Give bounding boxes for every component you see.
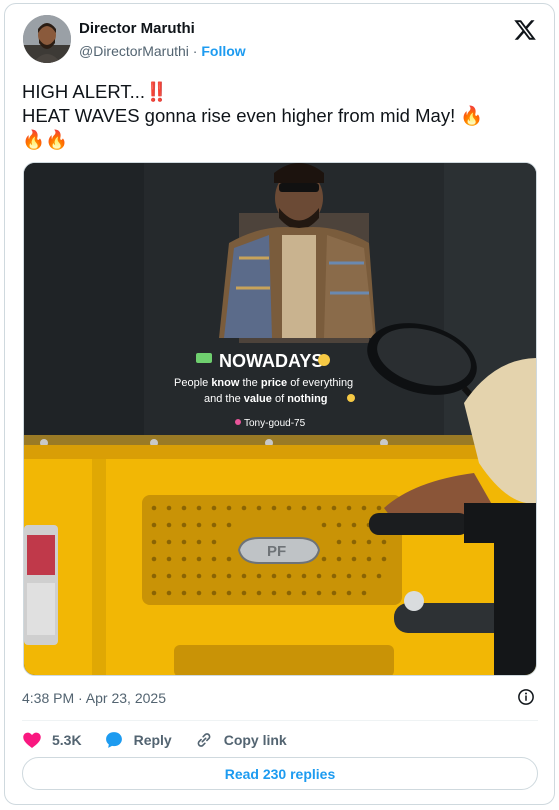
like-count: 5.3K (52, 732, 82, 748)
read-replies-button[interactable]: Read 230 replies (22, 757, 538, 790)
info-icon[interactable] (517, 688, 535, 706)
tweet-actions: 5.3K Reply Copy link (22, 728, 309, 752)
tweet-text: HIGH ALERT...‼️ HEAT WAVES gonna rise ev… (22, 80, 542, 152)
author-handle-row: @DirectorMaruthi · Follow (79, 43, 246, 59)
author-name[interactable]: Director Maruthi (79, 20, 195, 37)
tweet-line-1: HIGH ALERT...‼️ (22, 81, 169, 102)
peace-emoji-icon (347, 394, 355, 402)
link-icon (197, 733, 211, 747)
sticker-line-2: and the value of nothing (204, 393, 328, 405)
like-button[interactable]: 5.3K (22, 730, 82, 750)
tweet-line-3: 🔥🔥 (22, 129, 69, 150)
copy-link-button[interactable]: Copy link (194, 730, 287, 750)
money-emoji-icon (196, 353, 212, 363)
speech-bubble-icon (105, 732, 122, 748)
tweet-line-2: HEAT WAVES gonna rise even higher from m… (22, 105, 484, 126)
tweet-photo[interactable]: NOWADAYS People know the price of everyt… (23, 162, 537, 676)
copy-link-label: Copy link (223, 732, 287, 748)
tweet-timestamp[interactable]: 4:38 PM · Apr 23, 2025 (22, 690, 166, 706)
author-handle[interactable]: @DirectorMaruthi (79, 43, 189, 59)
sticker-line-1: People know the price of everything (174, 377, 353, 389)
pf-badge-text: PF (267, 543, 286, 560)
sticker-title: NOWADAYS (219, 351, 323, 371)
tweet-card: Director Maruthi @DirectorMaruthi · Foll… (4, 3, 555, 805)
handlebar (369, 513, 469, 535)
follow-button[interactable]: Follow (201, 43, 245, 59)
x-logo-icon[interactable] (513, 18, 537, 42)
smile-emoji-icon (318, 354, 330, 366)
handle-separator: · (192, 43, 198, 59)
instagram-icon (235, 419, 241, 425)
reply-label: Reply (133, 732, 172, 748)
avatar[interactable] (23, 15, 71, 63)
auto-rickshaw-photo: NOWADAYS People know the price of everyt… (24, 163, 536, 675)
reply-button[interactable]: Reply (104, 730, 172, 750)
divider (22, 720, 538, 721)
avatar-image (23, 15, 71, 63)
sticker-credit: Tony-goud-75 (244, 418, 306, 429)
heart-icon (23, 732, 41, 748)
